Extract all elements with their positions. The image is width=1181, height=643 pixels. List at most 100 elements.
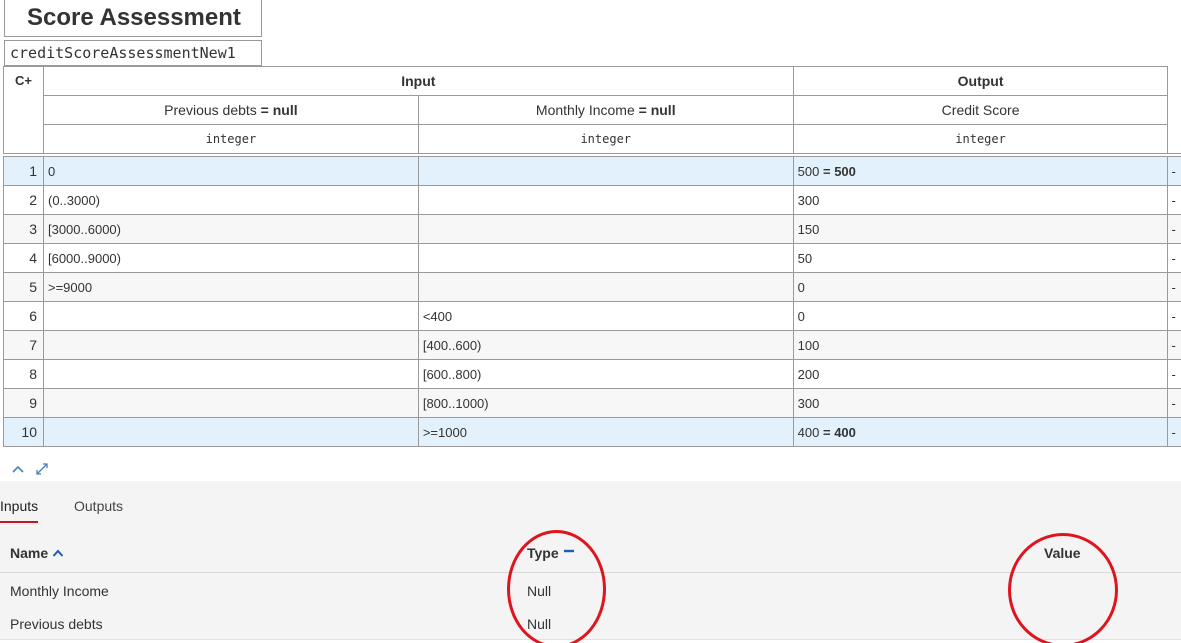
- column-label: Monthly Income: [535, 102, 635, 118]
- rule-number: 9: [3, 388, 44, 418]
- rule-row[interactable]: 9 [800..1000) 300 -: [3, 388, 1181, 418]
- rule-row[interactable]: 3 [3000..6000) 150 -: [3, 214, 1181, 244]
- column-label: Previous debts: [164, 102, 257, 118]
- output-value: 0: [797, 308, 805, 324]
- type-column-header[interactable]: Type: [527, 545, 575, 561]
- annotation-cell[interactable]: -: [1167, 330, 1181, 360]
- output-value: 200: [797, 366, 820, 382]
- rule-row[interactable]: 4 [6000..9000) 50 -: [3, 243, 1181, 273]
- output-cell[interactable]: 500 = 500: [792, 156, 1169, 186]
- tab-inputs[interactable]: Inputs: [0, 498, 39, 523]
- input-cell[interactable]: (0..3000): [42, 185, 419, 215]
- input-cell[interactable]: [417, 243, 794, 273]
- output-value: 300: [797, 395, 820, 411]
- output-cell[interactable]: 300: [792, 185, 1169, 215]
- io-tabs: Inputs Outputs: [0, 481, 1181, 529]
- output-cell[interactable]: 0: [792, 301, 1169, 331]
- value-column-header: Value: [1044, 545, 1081, 561]
- column-type-credit-score[interactable]: integer: [792, 124, 1169, 154]
- input-cell[interactable]: [417, 272, 794, 302]
- rule-number: 10: [3, 417, 44, 447]
- annotation-cell[interactable]: -: [1167, 272, 1181, 302]
- output-cell[interactable]: 100: [792, 330, 1169, 360]
- tab-outputs[interactable]: Outputs: [74, 498, 123, 514]
- hit-policy-cell[interactable]: C+: [3, 66, 44, 154]
- rule-row[interactable]: 7 [400..600) 100 -: [3, 330, 1181, 360]
- output-evaluated: = 400: [823, 424, 856, 440]
- decision-table-id[interactable]: creditScoreAssessmentNew1: [4, 40, 262, 66]
- input-cell[interactable]: [400..600): [417, 330, 794, 360]
- annotation-cell[interactable]: -: [1167, 359, 1181, 389]
- output-cell[interactable]: 150: [792, 214, 1169, 244]
- input-cell[interactable]: [42, 388, 419, 418]
- output-value: 50: [797, 250, 813, 266]
- rule-row[interactable]: 5 >=9000 0 -: [3, 272, 1181, 302]
- rule-number: 4: [3, 243, 44, 273]
- input-cell[interactable]: [42, 359, 419, 389]
- input-cell[interactable]: 0: [42, 156, 419, 186]
- table-tools: [9, 460, 51, 480]
- input-cell[interactable]: [42, 330, 419, 360]
- output-value: 400: [797, 424, 820, 440]
- name-column-header[interactable]: Name: [10, 545, 64, 561]
- input-column-previous-debts[interactable]: Previous debts = null: [42, 95, 419, 125]
- annotation-cell[interactable]: -: [1167, 185, 1181, 215]
- column-default: null: [272, 102, 298, 118]
- rule-row[interactable]: 10 >=1000 400 = 400 -: [3, 417, 1181, 447]
- annotation-cell[interactable]: -: [1167, 388, 1181, 418]
- rule-row[interactable]: 2 (0..3000) 300 -: [3, 185, 1181, 215]
- rule-number: 1: [3, 156, 44, 186]
- output-value: 150: [797, 221, 820, 237]
- dash-icon[interactable]: [563, 546, 575, 556]
- output-cell[interactable]: 200: [792, 359, 1169, 389]
- annotation-cell[interactable]: -: [1167, 156, 1181, 186]
- annotation-cell[interactable]: -: [1167, 301, 1181, 331]
- output-value: 500: [797, 163, 820, 179]
- input-cell[interactable]: [42, 301, 419, 331]
- annotation-cell[interactable]: -: [1167, 243, 1181, 273]
- output-cell[interactable]: 0: [792, 272, 1169, 302]
- rule-row[interactable]: 1 0 500 = 500 -: [3, 156, 1181, 186]
- variable-row[interactable]: Previous debts Null: [0, 606, 1181, 640]
- input-cell[interactable]: [600..800): [417, 359, 794, 389]
- output-cell[interactable]: 300: [792, 388, 1169, 418]
- input-cell[interactable]: >=1000: [417, 417, 794, 447]
- input-group-header: Input: [42, 66, 794, 96]
- input-cell[interactable]: [6000..9000): [42, 243, 419, 273]
- decision-table-title: Score Assessment: [4, 0, 262, 37]
- output-value: 0: [797, 279, 805, 295]
- input-cell[interactable]: [3000..6000): [42, 214, 419, 244]
- column-default: null: [650, 102, 676, 118]
- annotation-cell[interactable]: -: [1167, 214, 1181, 244]
- variable-row[interactable]: Monthly Income Null: [0, 573, 1181, 607]
- decision-table: C+ Input Output Previous debts = null Mo…: [3, 66, 1181, 447]
- output-group-header: Output: [792, 66, 1169, 96]
- variable-name: Monthly Income: [10, 583, 109, 599]
- rule-number: 8: [3, 359, 44, 389]
- rule-row[interactable]: 6 <400 0 -: [3, 301, 1181, 331]
- variables-header: Name Type Value: [0, 528, 1181, 573]
- expand-arrows-icon[interactable]: [33, 460, 51, 478]
- output-cell[interactable]: 50: [792, 243, 1169, 273]
- output-cell[interactable]: 400 = 400: [792, 417, 1169, 447]
- rule-number: 3: [3, 214, 44, 244]
- input-cell[interactable]: [800..1000): [417, 388, 794, 418]
- input-cell[interactable]: <400: [417, 301, 794, 331]
- input-cell[interactable]: >=9000: [42, 272, 419, 302]
- input-cell[interactable]: [417, 214, 794, 244]
- name-header-label: Name: [10, 545, 49, 561]
- column-type-previous-debts[interactable]: integer: [42, 124, 419, 154]
- output-column-credit-score[interactable]: Credit Score: [792, 95, 1169, 125]
- annotation-cell[interactable]: -: [1167, 417, 1181, 447]
- chevron-up-icon[interactable]: [9, 460, 27, 478]
- type-header-label: Type: [527, 545, 559, 561]
- column-type-monthly-income[interactable]: integer: [417, 124, 794, 154]
- variable-type: Null: [527, 616, 552, 632]
- input-column-monthly-income[interactable]: Monthly Income = null: [417, 95, 794, 125]
- input-cell[interactable]: [42, 417, 419, 447]
- input-cell[interactable]: [417, 185, 794, 215]
- rule-row[interactable]: 8 [600..800) 200 -: [3, 359, 1181, 389]
- sort-up-icon[interactable]: [52, 548, 64, 558]
- input-cell[interactable]: [417, 156, 794, 186]
- column-eq: =: [260, 102, 269, 118]
